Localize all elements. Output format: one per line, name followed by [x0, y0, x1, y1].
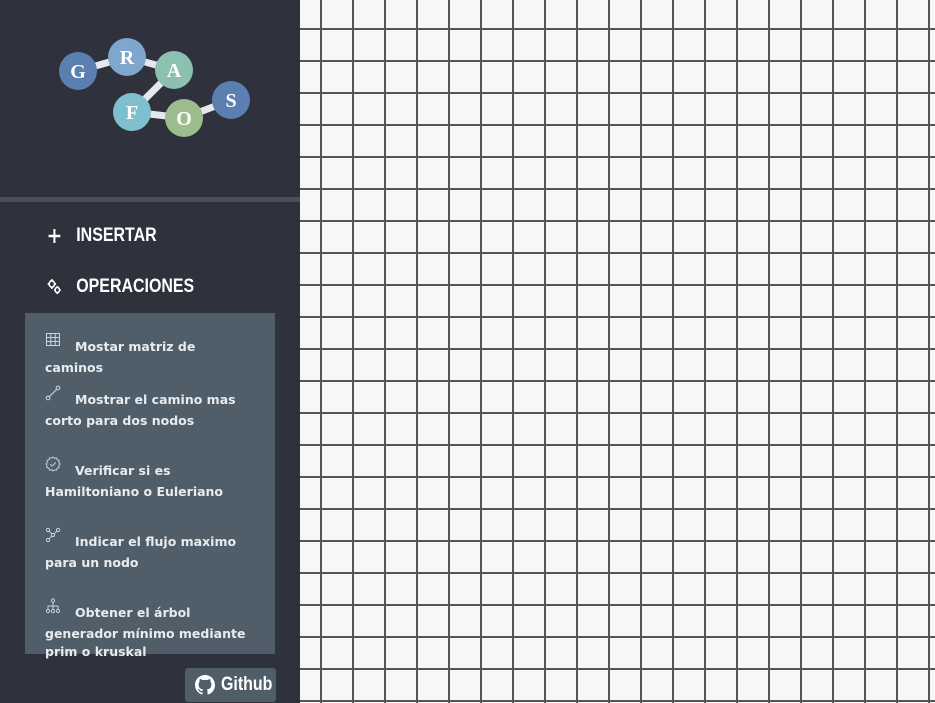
github-label: Github [221, 674, 273, 695]
tree-hierarchy-icon [45, 598, 75, 625]
svg-text:S: S [225, 90, 236, 112]
op-arbol-generador[interactable]: Obtener el árbol generador mínimo median… [45, 598, 253, 661]
sidebar-divider [0, 197, 300, 202]
gears-icon [46, 277, 70, 297]
github-icon [195, 675, 215, 695]
table-grid-icon [45, 333, 75, 359]
op-arbol-generador-label: Obtener el árbol generador mínimo median… [45, 605, 246, 659]
github-button[interactable]: Github [185, 668, 276, 702]
logo-node-o: O [165, 99, 203, 137]
logo-node-r: R [108, 38, 146, 76]
operations-panel: Mostar matriz de caminos Mostrar el cami… [25, 313, 275, 659]
logo-node-s: S [212, 81, 250, 119]
svg-text:O: O [176, 108, 192, 130]
logo-node-a: A [155, 51, 193, 89]
badge-check-icon [45, 456, 75, 483]
flow-nodes-icon [45, 527, 75, 554]
op-flujo-maximo[interactable]: Indicar el flujo maximo para un nodo [45, 527, 253, 572]
op-camino-corto[interactable]: Mostrar el camino mas corto para dos nod… [45, 385, 253, 430]
svg-text:G: G [70, 61, 86, 83]
plus-icon [46, 226, 70, 246]
svg-text:A: A [167, 60, 182, 82]
sidebar: G R A F O S INSERTAR OPERACIONES Mostar … [0, 0, 300, 703]
grafos-logo[interactable]: G R A F O S [0, 0, 300, 190]
menu-insertar-label: INSERTAR [76, 225, 157, 246]
menu-operaciones[interactable]: OPERACIONES [46, 276, 194, 298]
svg-text:F: F [126, 102, 138, 124]
menu-insertar[interactable]: INSERTAR [46, 225, 157, 247]
svg-text:R: R [120, 47, 135, 69]
op-hamiltoniano[interactable]: Verificar si es Hamiltoniano o Euleriano [45, 456, 253, 501]
path-icon [45, 385, 75, 412]
menu-operaciones-label: OPERACIONES [76, 276, 195, 297]
logo-node-f: F [113, 93, 151, 131]
op-matriz-caminos[interactable]: Mostar matriz de caminos [45, 333, 253, 377]
logo-node-g: G [59, 52, 97, 90]
graph-canvas[interactable] [300, 0, 935, 703]
